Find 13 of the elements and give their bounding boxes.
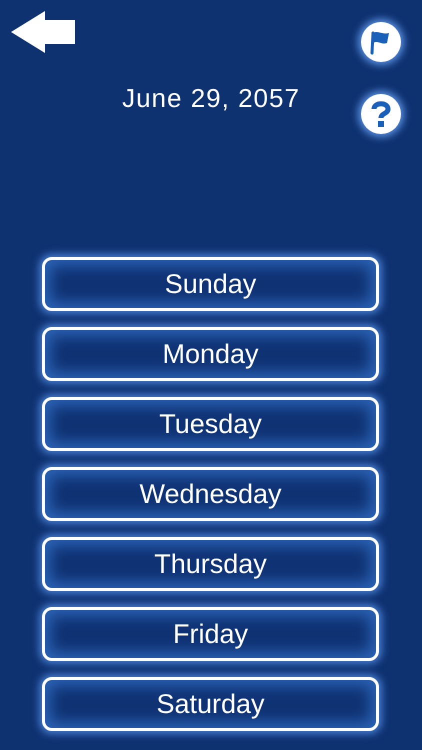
day-button[interactable]: Monday [42,327,379,381]
day-button[interactable]: Saturday [42,677,379,731]
help-icon [370,100,392,128]
back-button[interactable] [10,10,76,54]
flag-button[interactable] [361,22,401,62]
day-button[interactable]: Tuesday [42,397,379,451]
date-text: June 29, 2057 [122,82,300,115]
help-button[interactable] [361,94,401,134]
day-button[interactable]: Thursday [42,537,379,591]
day-button[interactable]: Wednesday [42,467,379,521]
back-arrow-icon [11,11,75,53]
day-button[interactable]: Friday [42,607,379,661]
day-button[interactable]: Sunday [42,257,379,311]
